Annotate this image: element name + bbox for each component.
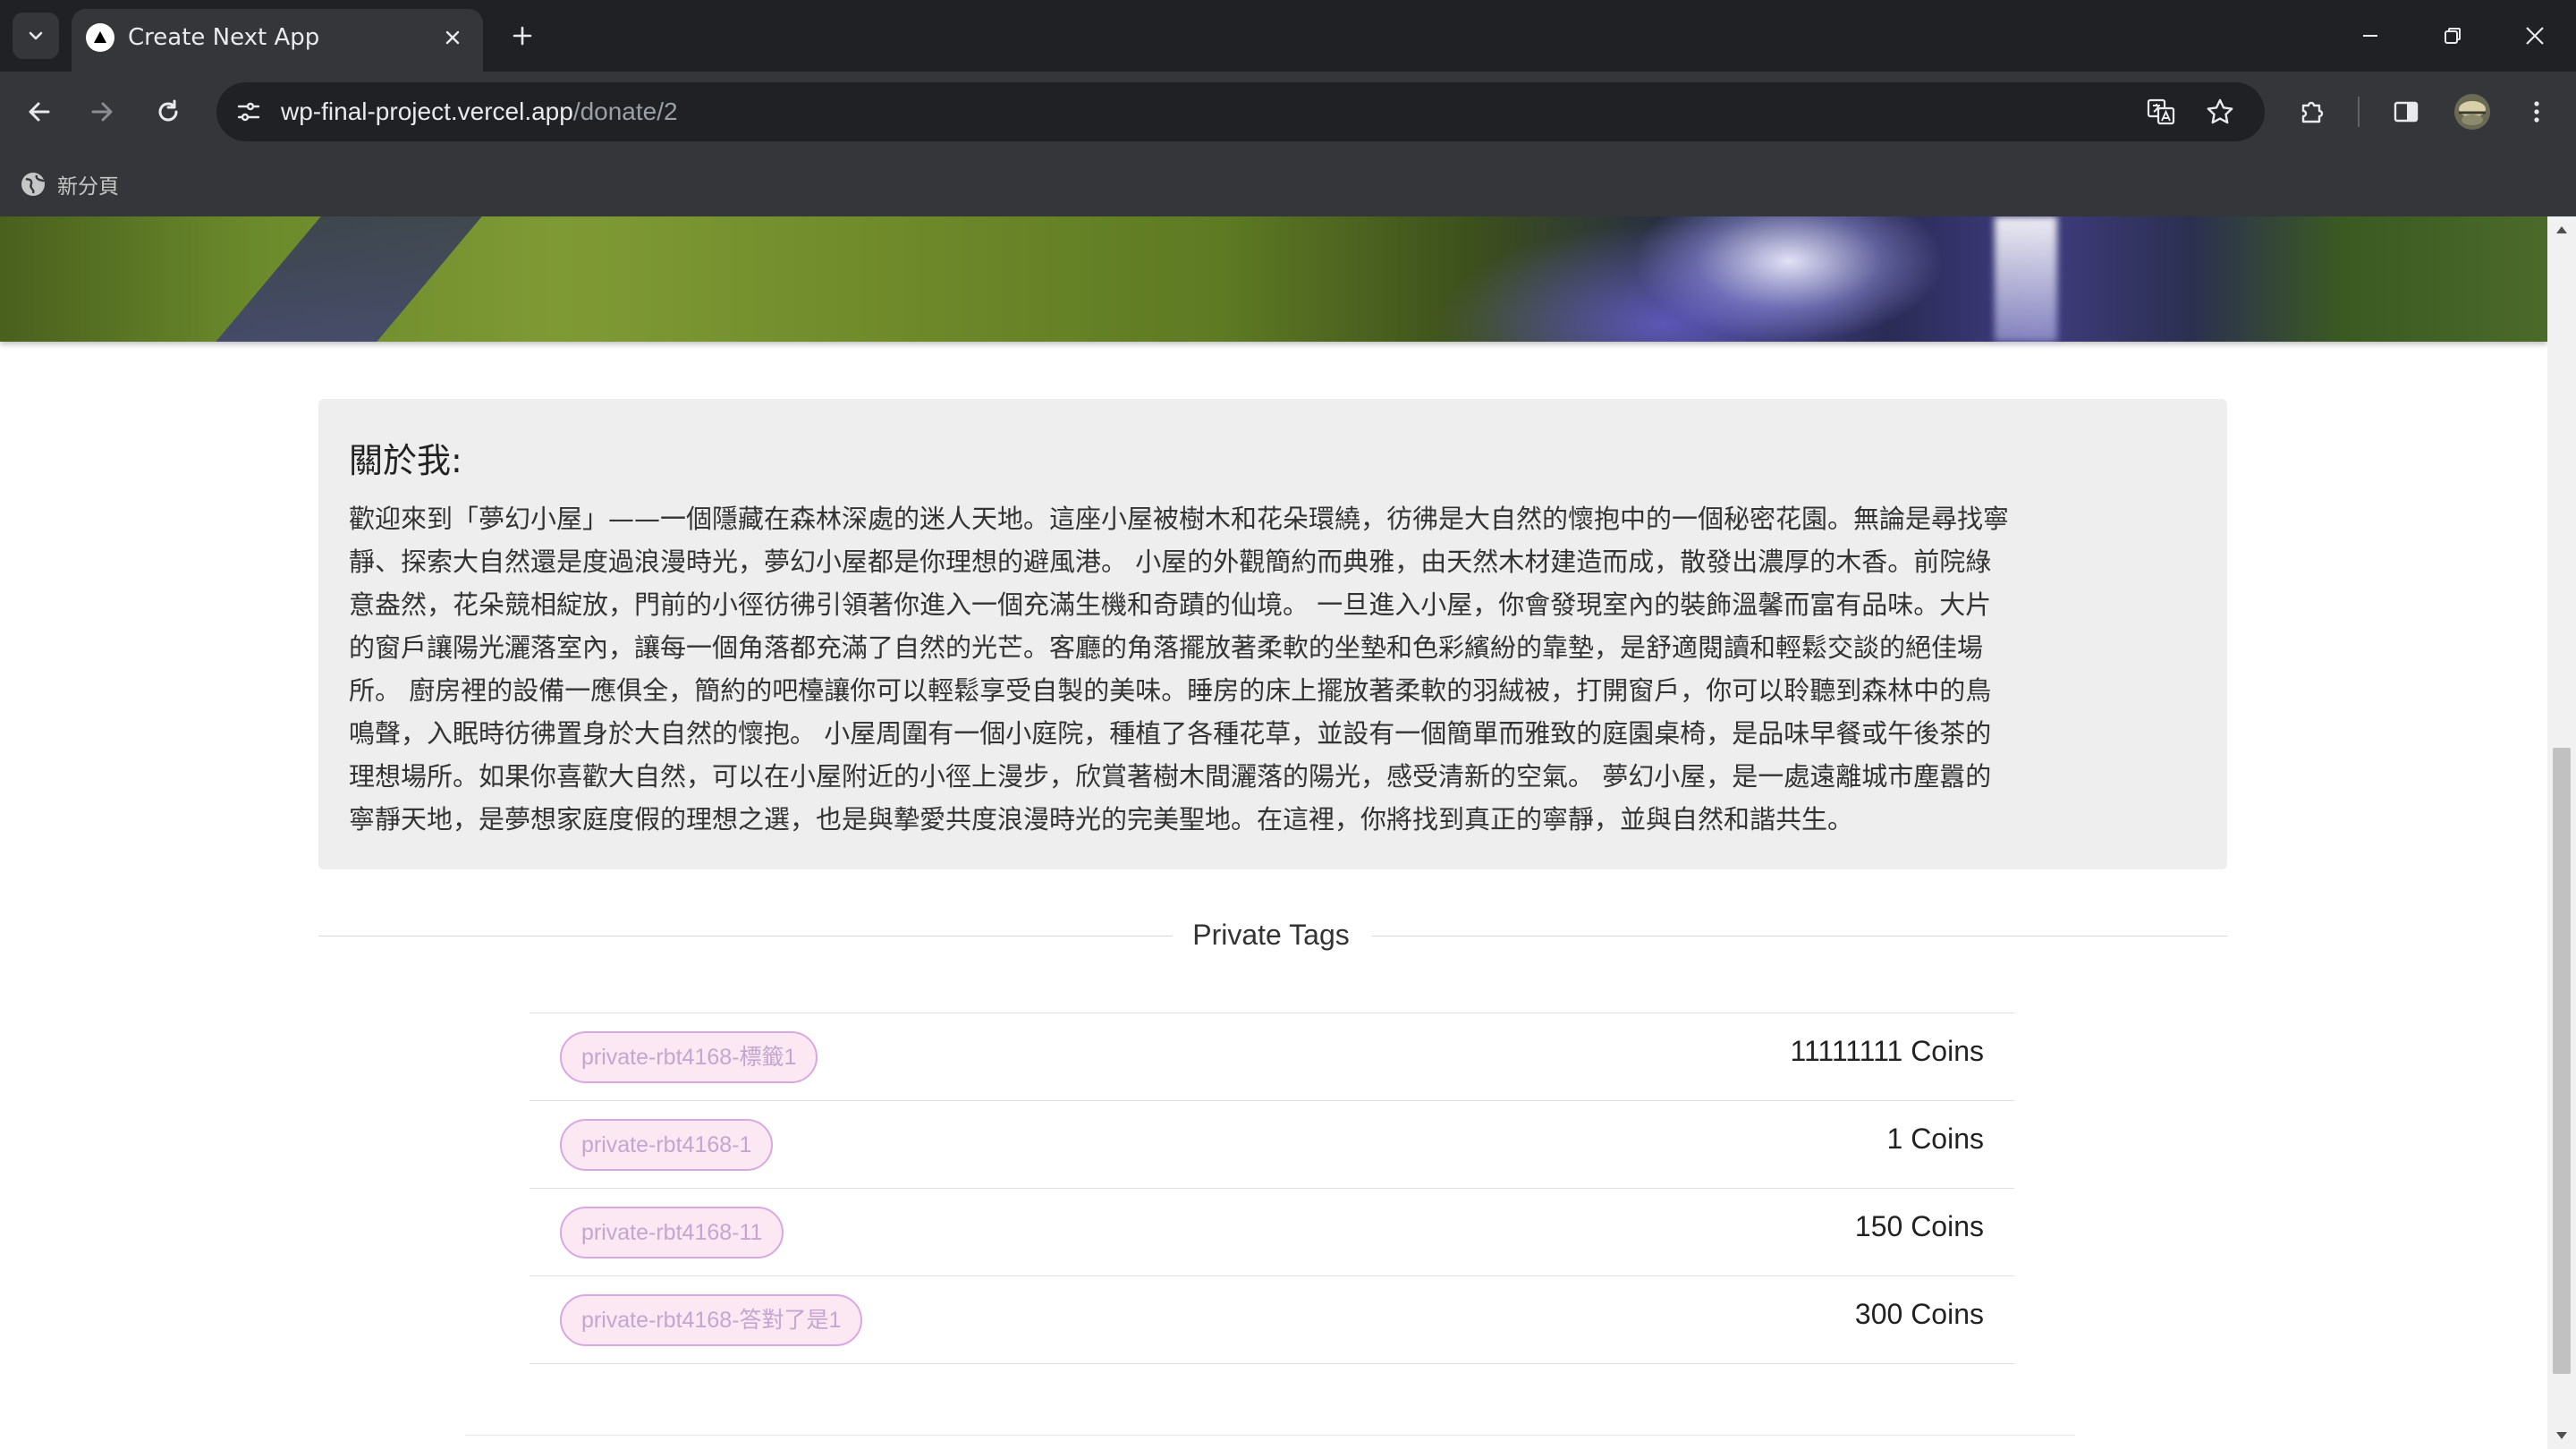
tune-icon xyxy=(237,102,260,122)
tab-close-button[interactable] xyxy=(436,21,469,54)
restore-button[interactable] xyxy=(2426,9,2479,63)
hero-road xyxy=(216,216,482,342)
favicon-icon xyxy=(86,23,114,52)
forward-button[interactable] xyxy=(80,90,123,133)
hero-waterfall xyxy=(1995,216,2057,342)
tab-search-button[interactable] xyxy=(13,13,59,59)
bookmark-label: 新分頁 xyxy=(57,175,119,199)
url-text[interactable]: wp-final-project.vercel.app/donate/2 xyxy=(281,97,678,126)
minimize-button[interactable] xyxy=(2343,9,2397,63)
bookmark-star-button[interactable] xyxy=(2199,90,2241,133)
about-card: 關於我: 歡迎來到「夢幻小屋」——一個隱藏在森林深處的迷人天地。這座小屋被樹木和… xyxy=(318,399,2227,869)
footer-divider xyxy=(465,1435,2075,1436)
translate-button[interactable] xyxy=(2140,90,2182,133)
tag-row: private-rbt4168-答對了是1 300 Coins xyxy=(530,1276,2014,1364)
tag-chip[interactable]: private-rbt4168-1 xyxy=(560,1119,774,1171)
tag-row: private-rbt4168-標籤1 11111111 Coins xyxy=(530,1013,2014,1101)
tag-chip[interactable]: private-rbt4168-標籤1 xyxy=(560,1031,818,1083)
kebab-menu-icon xyxy=(2534,101,2539,123)
tag-chip[interactable]: private-rbt4168-答對了是1 xyxy=(560,1294,863,1346)
caret-up-icon xyxy=(2556,226,2567,233)
private-tags-list: private-rbt4168-標籤1 11111111 Coins priva… xyxy=(530,1013,2014,1364)
browser-toolbar: wp-final-project.vercel.app/donate/2 xyxy=(0,72,2576,152)
url-path: /donate/2 xyxy=(572,97,678,125)
reload-button[interactable] xyxy=(147,90,190,133)
star-icon xyxy=(2207,98,2233,124)
minimize-icon xyxy=(2363,35,2377,37)
plus-icon xyxy=(513,26,532,46)
tag-coins: 11111111 Coins xyxy=(1790,1035,1984,1067)
tab-create-next-app[interactable]: Create Next App xyxy=(72,9,483,72)
close-icon xyxy=(2526,27,2544,45)
arrow-left-icon xyxy=(29,102,50,122)
site-info-button[interactable] xyxy=(227,90,270,133)
tag-chip[interactable]: private-rbt4168-11 xyxy=(560,1207,784,1258)
private-tags-divider: Private Tags xyxy=(318,914,2227,959)
tab-strip: Create Next App xyxy=(0,0,2576,72)
tag-row: private-rbt4168-1 1 Coins xyxy=(530,1101,2014,1189)
new-tab-button[interactable] xyxy=(503,16,542,55)
tag-coins: 150 Coins xyxy=(1854,1210,1984,1242)
tag-coins: 1 Coins xyxy=(1886,1123,1985,1155)
about-description: 歡迎來到「夢幻小屋」——一個隱藏在森林深處的迷人天地。這座小屋被樹木和花朵環繞，… xyxy=(349,504,2010,835)
side-panel-button[interactable] xyxy=(2385,90,2428,133)
about-title: 關於我: xyxy=(349,441,462,480)
side-panel-icon xyxy=(2394,101,2419,123)
arrow-right-icon xyxy=(91,102,113,122)
url-host: wp-final-project.vercel.app xyxy=(281,97,573,125)
close-icon xyxy=(445,30,460,45)
toolbar-separator xyxy=(2358,97,2360,127)
scrollbar-thumb[interactable] xyxy=(2553,748,2571,1374)
reload-icon xyxy=(158,99,178,122)
page-scrollbar[interactable] xyxy=(2547,216,2576,1449)
profile-button[interactable] xyxy=(2451,90,2494,133)
translate-icon xyxy=(2147,98,2175,125)
avatar-icon xyxy=(2454,94,2490,130)
tag-coins: 300 Coins xyxy=(1854,1298,1984,1330)
globe-icon xyxy=(21,173,46,196)
tag-row: private-rbt4168-11 150 Coins xyxy=(530,1189,2014,1276)
chevron-down-icon xyxy=(29,31,43,40)
bookmarks-bar: 新分頁 xyxy=(0,152,2576,216)
scroll-up-button[interactable] xyxy=(2547,216,2576,243)
private-tags-heading: Private Tags xyxy=(1192,919,1350,951)
scroll-down-button[interactable] xyxy=(2547,1422,2576,1449)
address-bar[interactable]: wp-final-project.vercel.app/donate/2 xyxy=(216,82,2265,141)
back-button[interactable] xyxy=(18,90,61,133)
puzzle-icon xyxy=(2301,101,2324,123)
restore-icon xyxy=(2445,28,2461,44)
extensions-button[interactable] xyxy=(2292,90,2334,133)
tab-title: Create Next App xyxy=(128,24,320,51)
caret-down-icon xyxy=(2556,1432,2567,1439)
hero-image xyxy=(0,216,2547,342)
browser-menu-button[interactable] xyxy=(2515,90,2558,133)
page-viewport: 關於我: 歡迎來到「夢幻小屋」——一個隱藏在森林深處的迷人天地。這座小屋被樹木和… xyxy=(0,216,2547,1449)
close-window-button[interactable] xyxy=(2508,9,2562,63)
bookmark-new-tab[interactable]: 新分頁 xyxy=(20,166,119,202)
